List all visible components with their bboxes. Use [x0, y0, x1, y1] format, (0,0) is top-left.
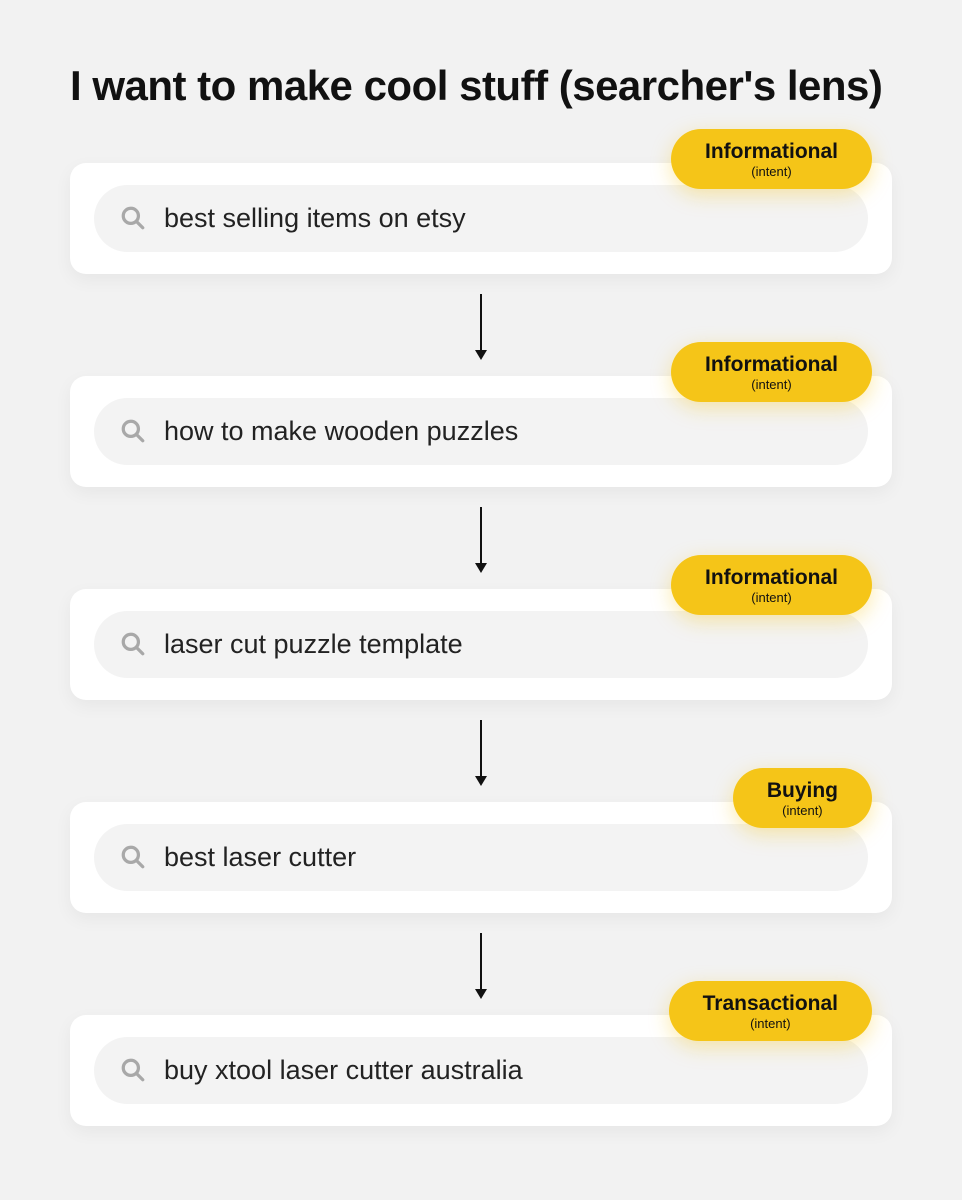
- intent-badge: Informational (intent): [671, 129, 872, 189]
- intent-label: Transactional: [703, 993, 838, 1015]
- search-step: Informational (intent) best selling item…: [70, 163, 892, 274]
- intent-label: Buying: [767, 780, 838, 802]
- intent-sublabel: (intent): [703, 1017, 838, 1031]
- search-icon: [120, 844, 146, 870]
- search-query: buy xtool laser cutter australia: [164, 1055, 523, 1086]
- intent-badge: Informational (intent): [671, 555, 872, 615]
- search-icon: [120, 418, 146, 444]
- search-step: Buying (intent) best laser cutter: [70, 802, 892, 913]
- intent-badge: Buying (intent): [733, 768, 872, 828]
- intent-sublabel: (intent): [705, 378, 838, 392]
- search-icon: [120, 1057, 146, 1083]
- intent-label: Informational: [705, 567, 838, 589]
- search-input[interactable]: best laser cutter: [94, 824, 868, 891]
- page-title: I want to make cool stuff (searcher's le…: [70, 60, 892, 113]
- search-input[interactable]: how to make wooden puzzles: [94, 398, 868, 465]
- search-query: best laser cutter: [164, 842, 356, 873]
- intent-badge: Informational (intent): [671, 342, 872, 402]
- search-step: Transactional (intent) buy xtool laser c…: [70, 1015, 892, 1126]
- search-icon: [120, 631, 146, 657]
- intent-label: Informational: [705, 354, 838, 376]
- search-input[interactable]: best selling items on etsy: [94, 185, 868, 252]
- search-step: Informational (intent) how to make woode…: [70, 376, 892, 487]
- search-query: laser cut puzzle template: [164, 629, 463, 660]
- search-query: how to make wooden puzzles: [164, 416, 518, 447]
- intent-sublabel: (intent): [705, 165, 838, 179]
- search-icon: [120, 205, 146, 231]
- search-input[interactable]: laser cut puzzle template: [94, 611, 868, 678]
- intent-badge: Transactional (intent): [669, 981, 872, 1041]
- search-query: best selling items on etsy: [164, 203, 466, 234]
- intent-sublabel: (intent): [767, 804, 838, 818]
- intent-label: Informational: [705, 141, 838, 163]
- intent-sublabel: (intent): [705, 591, 838, 605]
- search-step: Informational (intent) laser cut puzzle …: [70, 589, 892, 700]
- search-input[interactable]: buy xtool laser cutter australia: [94, 1037, 868, 1104]
